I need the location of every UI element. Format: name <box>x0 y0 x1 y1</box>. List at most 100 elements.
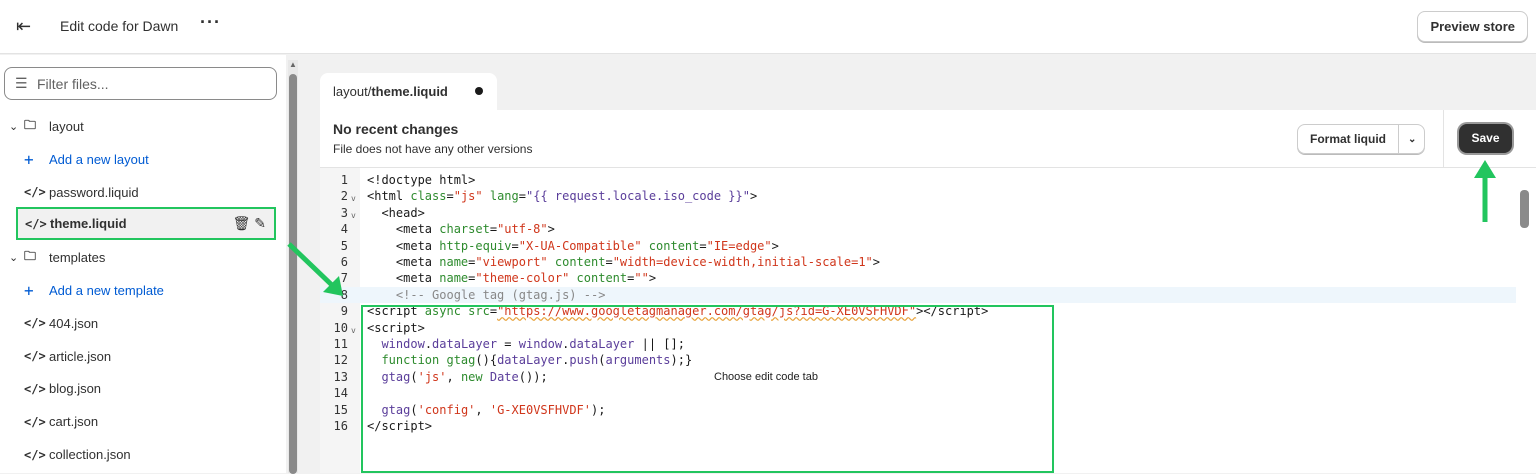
chevron-down-icon[interactable]: ⌄ <box>1399 134 1416 145</box>
code-token: = <box>511 238 519 253</box>
sidebar-item-layout[interactable]: ⌄ 🗀 layout <box>0 110 286 143</box>
scroll-up-icon[interactable]: ▲ <box>289 60 297 69</box>
item-label: theme.liquid <box>50 216 127 232</box>
code-token: "theme-color" <box>475 271 570 286</box>
code-line[interactable]: 7 <meta name="theme-color" content=""> <box>320 270 1516 286</box>
sidebar-item-404-json[interactable]: </> 404.json <box>0 307 286 340</box>
tab-file: theme.liquid <box>371 84 448 99</box>
code-token: "" <box>634 271 649 286</box>
code-token: <head> <box>367 205 425 220</box>
code-line[interactable]: 3v <head> <box>320 205 1516 221</box>
code-token: <html <box>367 189 411 204</box>
code-file-icon: </> <box>25 216 47 231</box>
code-token: > <box>872 255 881 269</box>
sidebar-item-article-json[interactable]: </> article.json <box>0 340 286 373</box>
item-label: collection.json <box>49 447 131 462</box>
code-token: "IE=edge" <box>706 238 772 253</box>
status-subtitle: File does not have any other versions <box>333 142 533 156</box>
item-label: 404.json <box>49 315 99 331</box>
line-number: 2 <box>340 189 348 204</box>
code-token: <meta <box>367 222 440 237</box>
code-token: = <box>446 189 454 204</box>
ellipsis-icon[interactable]: ··· <box>200 12 221 33</box>
code-line[interactable]: 8 <!-- Google tag (gtag.js) --> <box>320 286 1516 304</box>
sidebar-item-password-liquid[interactable]: </> password.liquid <box>0 176 286 209</box>
exit-icon[interactable]: ⇤ <box>16 16 31 37</box>
chevron-down-icon[interactable]: ⌄ <box>9 120 18 133</box>
item-label: blog.json <box>49 381 102 397</box>
folder-icon: 🗀 <box>24 249 37 264</box>
file-sidebar: ☰ Filter files... ⌄ 🗀 layout + Add a new layo… <box>0 55 286 473</box>
arrow-up-icon <box>1474 160 1496 222</box>
code-file-icon: </> <box>24 349 46 364</box>
sidebar-item-add-a-new-layout[interactable]: + Add a new layout <box>0 143 286 176</box>
line-number: 12 <box>333 353 348 368</box>
item-label: Add a new template <box>49 283 164 298</box>
code-token: "X-UA-Compatible" <box>518 238 642 253</box>
code-token: > <box>771 238 779 253</box>
filter-icon: ☰ <box>15 75 28 91</box>
code-token: = <box>518 189 526 204</box>
item-label: cart.json <box>49 414 99 430</box>
tab-folder: layout/ <box>333 84 372 99</box>
line-number: 9 <box>340 304 348 319</box>
plus-icon: + <box>24 149 34 169</box>
code-line[interactable]: 4 <meta charset="utf-8"> <box>320 221 1516 237</box>
line-number: 16 <box>333 419 348 433</box>
scrollbar-thumb[interactable] <box>1520 190 1529 228</box>
editor-scrollbar[interactable] <box>1516 168 1536 473</box>
item-label: templates <box>49 250 106 266</box>
line-number: 3 <box>340 205 348 220</box>
code-token: name <box>439 271 469 286</box>
filter-files-input[interactable]: ☰ Filter files... <box>4 67 277 100</box>
tab-theme-liquid[interactable]: layout/theme.liquid <box>320 73 497 111</box>
status-title: No recent changes <box>333 121 459 137</box>
editor-header: No recent changes File does not have any… <box>320 110 1536 168</box>
plus-icon: + <box>24 281 34 300</box>
code-token: "viewport" <box>475 255 548 269</box>
code-line[interactable]: 5 <meta http-equiv="X-UA-Compatible" con… <box>320 238 1516 254</box>
line-number: 15 <box>333 402 348 417</box>
code-token: "width=device-width,initial-scale=1" <box>612 255 873 269</box>
delete-icon[interactable]: 🗑 <box>233 215 251 231</box>
code-token: = <box>699 238 707 253</box>
preview-store-button[interactable]: Preview store <box>1417 11 1528 42</box>
sidebar-item-templates[interactable]: ⌄ 🗀 templates <box>0 241 286 274</box>
folder-icon: 🗀 <box>24 118 37 132</box>
code-token: = <box>605 255 613 269</box>
arrow-icon <box>287 242 343 296</box>
code-token: "{{ request.locale.iso_code }}" <box>526 189 750 204</box>
divider <box>1443 110 1444 168</box>
code-line[interactable]: 2 v <html class="js" lang="{{ request.loca… <box>320 188 1516 204</box>
code-token: <meta <box>367 255 440 269</box>
code-file-icon: </> <box>24 381 46 396</box>
sidebar-item-cart-json[interactable]: </> cart.json <box>0 405 286 438</box>
sidebar-item-blog-json[interactable]: </> blog.json <box>0 372 286 405</box>
annotation-text: Choose edit code tab <box>714 371 818 383</box>
sidebar-item-collection-json[interactable]: </> collection.json <box>0 438 286 471</box>
save-button[interactable]: Save <box>1459 124 1512 153</box>
chevron-down-icon[interactable]: ⌄ <box>9 251 18 264</box>
sidebar-item-theme-liquid[interactable]: </> theme.liquid 🗑 ✎ <box>16 207 276 241</box>
code-line[interactable]: 1 <!doctype html> <box>320 172 1516 188</box>
code-file-icon: </> <box>24 414 46 429</box>
page-title: Edit code for Dawn <box>60 18 179 34</box>
format-liquid-button[interactable]: Format liquid ⌄ <box>1297 124 1425 154</box>
code-token: charset <box>439 222 490 237</box>
code-line[interactable]: 6 <meta name="viewport" content="width=d… <box>320 254 1516 270</box>
code-token: content <box>576 271 628 286</box>
top-bar: ⇤ Edit code for Dawn ··· Preview store <box>0 0 1536 54</box>
sidebar-item-add-a-new-template[interactable]: + Add a new template <box>0 274 286 307</box>
code-token: name <box>439 255 469 269</box>
code-token: "js" <box>453 189 483 204</box>
code-token: = <box>489 222 498 237</box>
highlight-box <box>361 305 1054 473</box>
filter-placeholder: Filter files... <box>37 76 109 92</box>
line-number: 11 <box>333 337 348 351</box>
edit-icon[interactable]: ✎ <box>254 215 266 231</box>
code-token: lang <box>489 189 519 204</box>
item-label: password.liquid <box>49 184 139 200</box>
line-number: 10 <box>333 320 348 335</box>
